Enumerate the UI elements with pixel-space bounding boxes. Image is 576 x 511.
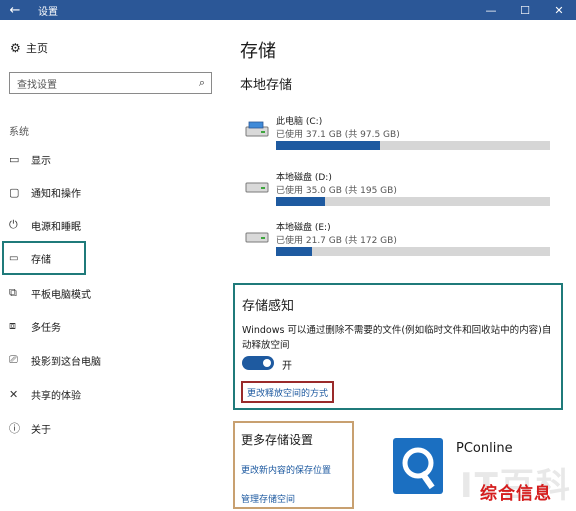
sidebar-item-label: 存储 (31, 254, 51, 266)
local-storage-heading: 本地存储 (240, 78, 293, 93)
sidebar-item-label: 共享的体验 (31, 390, 81, 402)
change-free-space-link[interactable]: 更改释放空间的方式 (241, 381, 335, 403)
drive-icon (245, 232, 269, 243)
search-placeholder: 查找设置 (17, 79, 57, 91)
drive-name: 本地磁盘 (E:) (276, 223, 331, 233)
manage-storage-link[interactable]: 管理存储空间 (241, 492, 295, 505)
usage-fill (276, 247, 312, 256)
drive-c[interactable]: 此电脑 (C:) 已使用 37.1 GB (共 97.5 GB) (245, 114, 555, 158)
watermark-brand: PConline (456, 441, 513, 456)
maximize-button[interactable]: ☐ (508, 0, 542, 20)
toggle-label: 开 (282, 361, 292, 372)
search-icon: ⌕ (198, 76, 205, 89)
title-bar: ← 设置 — ☐ ✕ (0, 0, 576, 20)
back-button[interactable]: ← (0, 0, 30, 20)
storage-icon: ▭ (9, 252, 19, 264)
sidebar-item-label: 投影到这台电脑 (31, 356, 101, 368)
sidebar-item-notifications[interactable]: ▢ 通知和操作 (4, 180, 214, 204)
sidebar-item-label: 显示 (31, 155, 51, 167)
usage-bar (276, 197, 550, 206)
sidebar-item-label: 平板电脑模式 (31, 289, 91, 301)
storage-sense-title: 存储感知 (242, 299, 295, 314)
change-save-location-link[interactable]: 更改新内容的保存位置 (241, 463, 331, 476)
tablet-icon: ⧉ (9, 286, 17, 299)
pconline-logo-icon (393, 438, 443, 494)
drive-icon (245, 182, 269, 193)
home-label: 主页 (26, 42, 48, 55)
share-icon: ✕ (9, 387, 19, 401)
power-icon: ⏻ (9, 218, 18, 231)
more-storage-settings-title: 更多存储设置 (241, 433, 314, 447)
gear-icon: ⚙ (10, 41, 21, 55)
sidebar-item-display[interactable]: ▭ 显示 (4, 147, 214, 171)
storage-sense-panel: 存储感知 Windows 可以通过删除不需要的文件(例如临时文件和回收站中的内容… (233, 283, 563, 410)
storage-sense-toggle[interactable] (242, 356, 274, 370)
notification-icon: ▢ (9, 185, 20, 199)
drive-name: 本地磁盘 (D:) (276, 173, 332, 183)
usage-bar (276, 247, 550, 256)
usage-fill (276, 197, 326, 206)
sidebar-item-label: 通知和操作 (31, 188, 81, 200)
more-storage-settings-panel: 更多存储设置 更改新内容的保存位置 管理存储空间 (233, 421, 354, 509)
usage-fill (276, 141, 381, 150)
toggle-knob (263, 359, 271, 367)
sidebar: ⚙ 主页 查找设置 ⌕ 系统 ▭ 显示 ▢ 通知和操作 ⏻ 电源和睡眠 ▭ 存储… (0, 20, 225, 511)
sidebar-item-label: 电源和睡眠 (31, 221, 81, 233)
usage-bar (276, 141, 550, 150)
drive-usage: 已使用 35.0 GB (共 195 GB) (276, 186, 397, 196)
section-label: 系统 (9, 127, 29, 138)
close-button[interactable]: ✕ (542, 0, 576, 20)
drive-usage: 已使用 21.7 GB (共 172 GB) (276, 236, 397, 246)
drive-name: 此电脑 (C:) (276, 117, 323, 127)
window-title: 设置 (38, 6, 58, 18)
page-title: 存储 (240, 41, 276, 62)
project-icon: ⎚ (9, 353, 18, 366)
sidebar-item-share[interactable]: ✕ 共享的体验 (4, 382, 214, 406)
drive-d[interactable]: 本地磁盘 (D:) 已使用 35.0 GB (共 195 GB) (245, 170, 555, 214)
window-controls: — ☐ ✕ (474, 0, 576, 20)
watermark-subtitle: 综合信息 (480, 484, 552, 504)
sidebar-item-about[interactable]: ⓘ 关于 (4, 416, 214, 440)
search-input[interactable]: 查找设置 ⌕ (9, 72, 212, 94)
home-link[interactable]: ⚙ 主页 (10, 40, 48, 56)
minimize-button[interactable]: — (474, 0, 508, 20)
multitask-icon: ⧈ (9, 319, 16, 332)
info-icon: ⓘ (9, 422, 20, 435)
sidebar-item-power[interactable]: ⏻ 电源和睡眠 (4, 213, 214, 237)
drive-usage: 已使用 37.1 GB (共 97.5 GB) (276, 130, 400, 140)
storage-sense-description: Windows 可以通过删除不需要的文件(例如临时文件和回收站中的内容)自动释放… (242, 325, 552, 351)
drive-e[interactable]: 本地磁盘 (E:) 已使用 21.7 GB (共 172 GB) (245, 220, 555, 264)
sidebar-item-storage[interactable]: ▭ 存储 (2, 241, 86, 275)
sidebar-item-multitask[interactable]: ⧈ 多任务 (4, 314, 214, 338)
sidebar-item-label: 多任务 (31, 322, 61, 334)
sidebar-item-tablet[interactable]: ⧉ 平板电脑模式 (4, 281, 214, 305)
sidebar-item-project[interactable]: ⎚ 投影到这台电脑 (4, 348, 214, 372)
drive-icon (245, 121, 269, 137)
display-icon: ▭ (9, 152, 20, 166)
sidebar-item-label: 关于 (31, 424, 51, 436)
